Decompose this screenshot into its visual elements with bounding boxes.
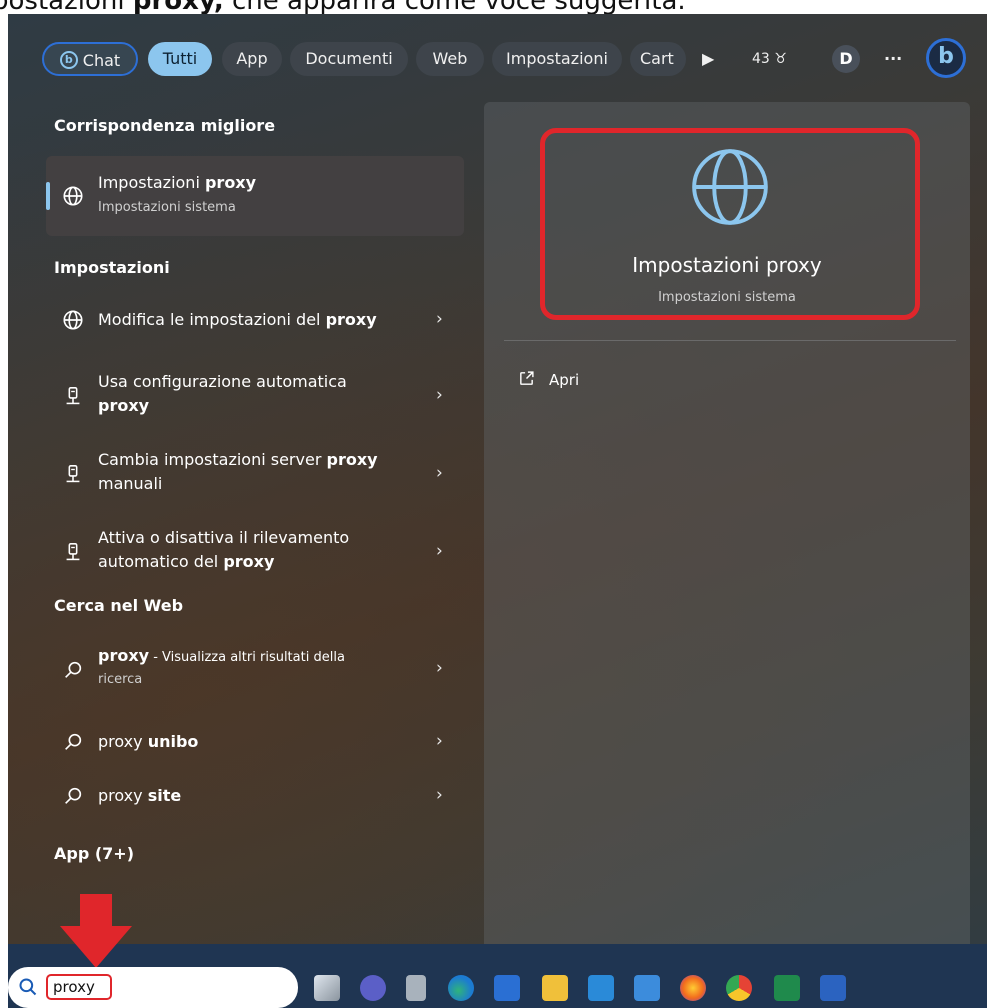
calculator-icon[interactable]	[406, 975, 426, 1001]
rewards-icon: ♉	[774, 51, 787, 67]
chevron-right-icon: ›	[436, 785, 443, 805]
web-search-header: Cerca nel Web	[54, 596, 184, 615]
globe-icon	[63, 186, 83, 206]
settings-item-modify-proxy[interactable]: Modifica le impostazioni del proxy ›	[46, 298, 464, 342]
filter-bar: b Chat Tutti App Documenti Web Impostazio…	[38, 34, 977, 82]
best-match-subtitle: Impostazioni sistema	[98, 200, 236, 215]
tab-cartelle[interactable]: Cart	[630, 42, 686, 76]
tab-web[interactable]: Web	[416, 42, 484, 76]
more-options-button[interactable]: ···	[884, 42, 902, 76]
chrome-icon[interactable]	[726, 975, 752, 1001]
red-arrow	[60, 894, 132, 968]
rewards-count[interactable]: 43 ♉	[752, 42, 787, 76]
preview-panel: Impostazioni proxy Impostazioni sistema …	[484, 102, 970, 982]
divider	[504, 340, 956, 341]
tab-tutti[interactable]: Tutti	[148, 42, 212, 76]
globe-icon	[63, 310, 83, 330]
bing-icon[interactable]: b	[926, 38, 966, 78]
firefox-icon[interactable]	[680, 975, 706, 1001]
best-match-title: Impostazioni proxy	[98, 173, 257, 192]
search-icon	[65, 733, 82, 750]
teams-chat-icon[interactable]	[360, 975, 386, 1001]
chevron-right-icon: ›	[436, 463, 443, 483]
word-icon[interactable]	[820, 975, 846, 1001]
tab-documenti[interactable]: Documenti	[290, 42, 408, 76]
taskbar-search[interactable]: proxy	[8, 967, 298, 1008]
open-external-icon	[520, 371, 534, 385]
chevron-right-icon: ›	[436, 731, 443, 751]
tab-app[interactable]: App	[222, 42, 282, 76]
settings-item-manual-server[interactable]: Cambia impostazioni server proxy manuali…	[46, 446, 464, 504]
search-icon	[19, 978, 37, 996]
search-icon	[65, 661, 82, 678]
tab-impostazioni[interactable]: Impostazioni	[492, 42, 622, 76]
best-match-item[interactable]: Impostazioni proxy Impostazioni sistema	[46, 156, 464, 236]
network-icon	[66, 543, 80, 561]
copilot-icon: b	[59, 51, 78, 69]
web-item-proxy-unibo[interactable]: proxy unibo ›	[46, 722, 464, 762]
settings-item-auto-config[interactable]: Usa configurazione automatica proxy ›	[46, 368, 464, 426]
chevron-right-icon: ›	[436, 309, 443, 329]
open-action[interactable]: Apri	[518, 370, 579, 389]
web-item-proxy-site[interactable]: proxy site ›	[46, 776, 464, 816]
web-item-proxy[interactable]: proxy - Visualizza altri risultati della…	[46, 642, 464, 698]
network-icon	[66, 387, 80, 405]
chat-tab[interactable]: b Chat	[42, 42, 138, 76]
avatar[interactable]: D	[832, 45, 860, 73]
chevron-right-icon: ›	[436, 385, 443, 405]
excel-icon[interactable]	[774, 975, 800, 1001]
search-icon	[65, 787, 82, 804]
chevron-right-icon: ›	[436, 658, 443, 678]
edge-icon[interactable]	[448, 975, 474, 1001]
chevron-right-icon: ›	[436, 541, 443, 561]
apps-header[interactable]: App (7+)	[54, 844, 134, 863]
search-window: b Chat Tutti App Documenti Web Impostazio…	[8, 14, 987, 1008]
store-icon[interactable]	[494, 975, 520, 1001]
vpn-icon[interactable]	[634, 975, 660, 1001]
selection-indicator	[46, 182, 50, 210]
settings-header: Impostazioni	[54, 258, 170, 277]
mail-icon[interactable]	[588, 975, 614, 1001]
preview-title: Impostazioni proxy	[632, 253, 822, 277]
globe-icon	[692, 149, 768, 225]
preview-subtitle: Impostazioni sistema	[658, 290, 796, 305]
scroll-right-icon[interactable]: ▶	[702, 42, 714, 76]
search-input[interactable]: proxy	[46, 974, 112, 1000]
task-view-icon[interactable]	[314, 975, 340, 1001]
settings-item-auto-detect[interactable]: Attiva o disattiva il rilevamento automa…	[46, 524, 464, 582]
best-match-header: Corrispondenza migliore	[54, 116, 276, 135]
explorer-icon[interactable]	[542, 975, 568, 1001]
network-icon	[66, 465, 80, 483]
